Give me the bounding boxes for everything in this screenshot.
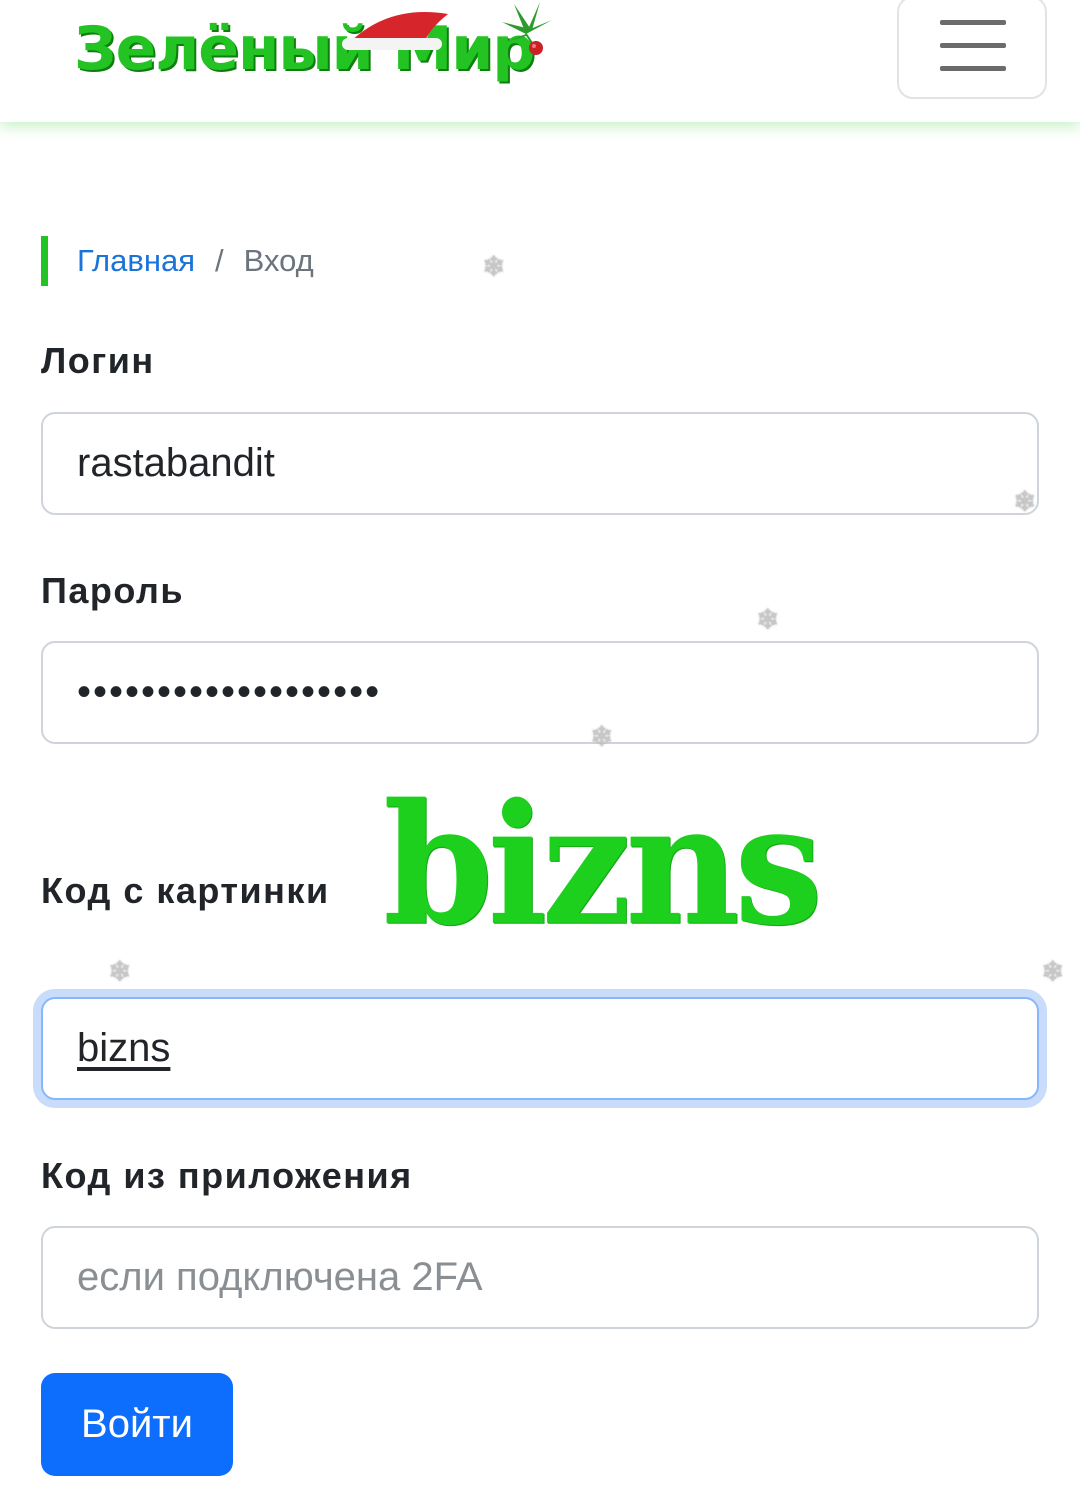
hamburger-icon bbox=[940, 66, 1006, 71]
password-label: Пароль bbox=[41, 570, 184, 611]
login-input-value: rastabandit bbox=[77, 441, 275, 485]
hamburger-icon bbox=[940, 20, 1006, 25]
captcha-image-text: bizns bbox=[383, 768, 823, 963]
hamburger-icon bbox=[940, 43, 1006, 48]
snowflake-icon: ❄ bbox=[756, 603, 780, 636]
login-submit-button[interactable]: Войти bbox=[41, 1373, 233, 1476]
site-logo[interactable]: Зелёный Мир bbox=[74, 2, 574, 106]
captcha-image: bizns bbox=[383, 768, 853, 993]
snowflake-icon: ❄ bbox=[590, 720, 614, 753]
password-input[interactable]: ••••••••••••••••••• bbox=[41, 641, 1039, 744]
breadcrumb-current: Вход bbox=[243, 243, 314, 278]
snowflake-icon: ❄ bbox=[482, 250, 506, 283]
breadcrumb: Главная / Вход bbox=[41, 236, 314, 286]
cannabis-leaf-icon bbox=[502, 2, 552, 55]
app-code-label: Код из приложения bbox=[41, 1155, 413, 1196]
snowflake-icon: ❄ bbox=[1041, 955, 1065, 988]
app-code-input[interactable]: если подключена 2FA bbox=[41, 1226, 1039, 1329]
breadcrumb-separator: / bbox=[215, 243, 224, 278]
login-label: Логин bbox=[41, 340, 155, 381]
captcha-input-value: bizns bbox=[77, 1026, 171, 1070]
snowflake-icon: ❄ bbox=[108, 955, 132, 988]
captcha-input[interactable]: bizns bbox=[41, 997, 1039, 1100]
snowflake-icon: ❄ bbox=[1013, 485, 1037, 518]
login-input[interactable]: rastabandit bbox=[41, 412, 1039, 515]
menu-toggle-button[interactable] bbox=[897, 0, 1047, 99]
site-header: Зелёный Мир bbox=[0, 0, 1080, 122]
captcha-label: Код с картинки bbox=[41, 870, 330, 911]
breadcrumb-home-link[interactable]: Главная bbox=[77, 243, 195, 278]
password-input-value: ••••••••••••••••••• bbox=[77, 670, 382, 714]
app-code-placeholder: если подключена 2FA bbox=[77, 1255, 483, 1299]
santa-hat-icon bbox=[342, 12, 448, 50]
